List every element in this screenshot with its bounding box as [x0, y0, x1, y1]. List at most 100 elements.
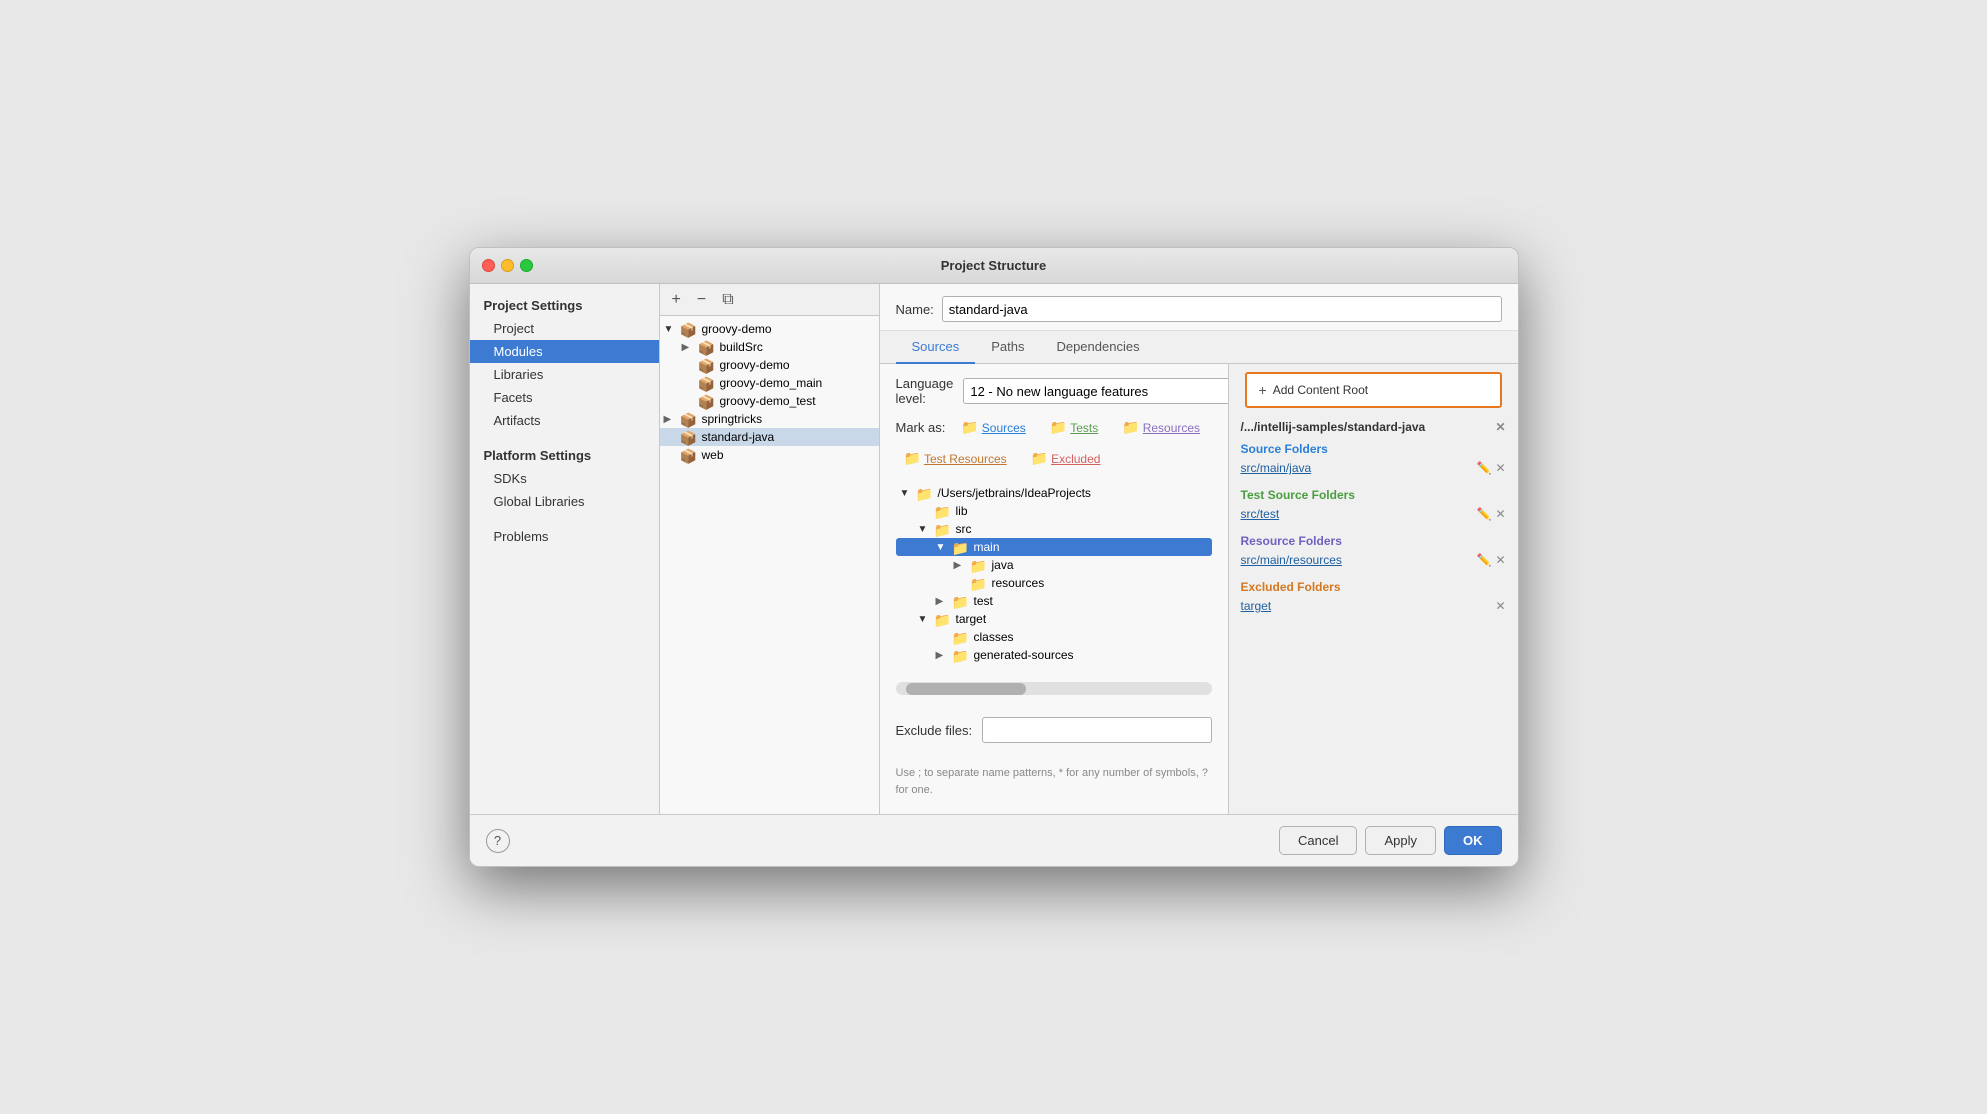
tree-node-web[interactable]: ▶ 📦 web: [660, 446, 879, 464]
label-lib: lib: [956, 504, 968, 518]
sidebar-item-libraries[interactable]: Libraries: [470, 363, 659, 386]
file-node-generated-sources[interactable]: ▶ 📁 generated-sources: [896, 646, 1212, 664]
mark-as-sources-button[interactable]: 📁 Sources: [953, 416, 1033, 439]
resource-folder-path-0[interactable]: src/main/resources: [1241, 553, 1342, 567]
mark-resources-label: Resources: [1143, 421, 1200, 435]
tree-label-groovy-demo-test: groovy-demo_test: [720, 394, 816, 408]
arrow-java: ▶: [954, 560, 970, 571]
file-node-lib[interactable]: ▶ 📁 lib: [896, 502, 1212, 520]
folder-icon-web: 📦: [680, 448, 698, 462]
file-node-idea-projects[interactable]: ▼ 📁 /Users/jetbrains/IdeaProjects: [896, 484, 1212, 502]
sidebar-item-sdks[interactable]: SDKs: [470, 467, 659, 490]
cancel-button[interactable]: Cancel: [1279, 826, 1357, 855]
file-node-java[interactable]: ▶ 📁 java: [896, 556, 1212, 574]
sidebar-item-modules[interactable]: Modules: [470, 340, 659, 363]
edit-resource-folder-0-button[interactable]: ✏️: [1476, 553, 1491, 567]
icon-java: 📁: [970, 558, 988, 572]
file-node-main[interactable]: ▼ 📁 main: [896, 538, 1212, 556]
language-level-select[interactable]: 12 - No new language features 8 - Lambda…: [963, 378, 1227, 404]
apply-button[interactable]: Apply: [1365, 826, 1436, 855]
remove-test-folder-0-button[interactable]: ✕: [1495, 507, 1505, 521]
icon-generated-sources: 📁: [952, 648, 970, 662]
tab-dependencies[interactable]: Dependencies: [1040, 331, 1155, 364]
module-name-input[interactable]: [942, 296, 1502, 322]
remove-content-root-button[interactable]: ✕: [1495, 420, 1505, 434]
sidebar-item-artifacts[interactable]: Artifacts: [470, 409, 659, 432]
file-node-resources[interactable]: ▶ 📁 resources: [896, 574, 1212, 592]
tree-node-springtricks[interactable]: ▶ 📦 springtricks: [660, 410, 879, 428]
label-generated-sources: generated-sources: [974, 648, 1074, 662]
add-content-root-label: Add Content Root: [1273, 383, 1368, 397]
minimize-button[interactable]: [501, 259, 514, 272]
tree-node-groovy-demo-leaf[interactable]: ▶ 📦 groovy-demo: [660, 356, 879, 374]
horizontal-scrollbar[interactable]: [896, 682, 1212, 695]
module-tree-panel: + − ⧉ ▼ 📦 groovy-demo ▶ 📦 buildSrc: [660, 284, 880, 814]
tab-paths[interactable]: Paths: [975, 331, 1040, 364]
mark-as-row: Mark as: 📁 Sources 📁 Tests 📁 Resources: [896, 416, 1212, 470]
sidebar-item-global-libraries[interactable]: Global Libraries: [470, 490, 659, 513]
source-folder-path-0[interactable]: src/main/java: [1241, 461, 1312, 475]
tree-node-buildSrc[interactable]: ▶ 📦 buildSrc: [660, 338, 879, 356]
maximize-button[interactable]: [520, 259, 533, 272]
mark-as-tests-button[interactable]: 📁 Tests: [1042, 416, 1106, 439]
sidebar-item-project[interactable]: Project: [470, 317, 659, 340]
edit-source-folder-0-button[interactable]: ✏️: [1476, 461, 1491, 475]
icon-resources: 📁: [970, 576, 988, 590]
folder-icon-groovy-demo: 📦: [680, 322, 698, 336]
file-tree: ▼ 📁 /Users/jetbrains/IdeaProjects ▶ 📁 li…: [896, 480, 1212, 668]
arrow-generated-sources: ▶: [936, 650, 952, 661]
tree-node-groovy-demo[interactable]: ▼ 📦 groovy-demo: [660, 320, 879, 338]
main-content: Project Settings Project Modules Librari…: [470, 284, 1518, 814]
info-panel: + Add Content Root /.../intellij-samples…: [1228, 364, 1518, 814]
right-panel: Name: Sources Paths Dependencies Languag…: [880, 284, 1518, 814]
icon-target: 📁: [934, 612, 952, 626]
remove-module-button[interactable]: −: [693, 289, 710, 311]
file-node-src[interactable]: ▼ 📁 src: [896, 520, 1212, 538]
test-source-folders-section: Test Source Folders src/test ✏️ ✕: [1229, 484, 1518, 530]
tab-sources[interactable]: Sources: [896, 331, 976, 364]
label-resources: resources: [992, 576, 1045, 590]
test-folder-path-0[interactable]: src/test: [1241, 507, 1280, 521]
folder-icon-groovy-demo-main: 📦: [698, 376, 716, 390]
tree-node-groovy-demo-test[interactable]: ▶ 📦 groovy-demo_test: [660, 392, 879, 410]
tree-arrow-buildSrc: ▶: [682, 342, 698, 353]
resource-folder-entry-0: src/main/resources ✏️ ✕: [1241, 552, 1506, 568]
sidebar-item-facets[interactable]: Facets: [470, 386, 659, 409]
edit-test-folder-0-button[interactable]: ✏️: [1476, 507, 1491, 521]
help-button[interactable]: ?: [486, 829, 510, 853]
add-content-root-button[interactable]: + Add Content Root: [1245, 372, 1502, 408]
folder-icon-buildSrc: 📦: [698, 340, 716, 354]
remove-source-folder-0-button[interactable]: ✕: [1495, 461, 1505, 475]
tab-content: Language level: 12 - No new language fea…: [880, 364, 1518, 814]
mark-as-resources-button[interactable]: 📁 Resources: [1114, 416, 1208, 439]
traffic-lights: [482, 259, 533, 272]
tree-toolbar: + − ⧉: [660, 284, 879, 316]
mark-as-excluded-button[interactable]: 📁 Excluded: [1023, 447, 1109, 470]
add-module-button[interactable]: +: [668, 289, 685, 311]
source-folders-section: Source Folders src/main/java ✏️ ✕: [1229, 438, 1518, 484]
copy-module-button[interactable]: ⧉: [718, 289, 737, 311]
name-label: Name:: [896, 302, 934, 317]
tree-node-standard-java[interactable]: ▶ 📦 standard-java: [660, 428, 879, 446]
mark-as-test-resources-button[interactable]: 📁 Test Resources: [896, 447, 1015, 470]
add-plus-icon: +: [1259, 382, 1267, 398]
sidebar-item-problems[interactable]: Problems: [470, 525, 659, 548]
icon-src: 📁: [934, 522, 952, 536]
tree-label-groovy-demo-leaf: groovy-demo: [720, 358, 790, 372]
project-structure-dialog: Project Structure Project Settings Proje…: [469, 247, 1519, 867]
remove-resource-folder-0-button[interactable]: ✕: [1495, 553, 1505, 567]
file-node-target[interactable]: ▼ 📁 target: [896, 610, 1212, 628]
tree-arrow-groovy-demo: ▼: [664, 324, 680, 335]
remove-excluded-folder-0-button[interactable]: ✕: [1495, 599, 1505, 613]
platform-settings-heading: Platform Settings: [470, 444, 659, 467]
ok-button[interactable]: OK: [1444, 826, 1502, 855]
label-test: test: [974, 594, 993, 608]
excluded-folder-path-0[interactable]: target: [1241, 599, 1272, 613]
file-node-classes[interactable]: ▶ 📁 classes: [896, 628, 1212, 646]
dialog-title: Project Structure: [941, 258, 1046, 273]
close-button[interactable]: [482, 259, 495, 272]
exclude-files-input[interactable]: [982, 717, 1211, 743]
file-node-test[interactable]: ▶ 📁 test: [896, 592, 1212, 610]
tree-node-groovy-demo-main[interactable]: ▶ 📦 groovy-demo_main: [660, 374, 879, 392]
bottom-bar: ? Cancel Apply OK: [470, 814, 1518, 866]
